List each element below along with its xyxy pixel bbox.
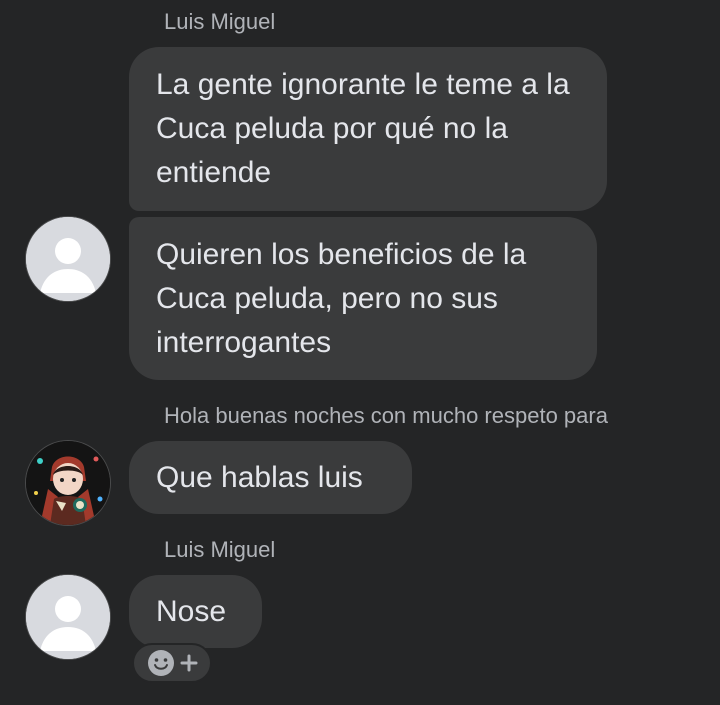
message-text: Que hablas luis	[156, 460, 363, 494]
message-text: Nose	[156, 594, 227, 628]
avatar[interactable]	[25, 216, 111, 302]
message-bubble[interactable]: Quieren los beneficios de la Cuca peluda…	[129, 217, 597, 380]
avatar[interactable]	[25, 440, 111, 526]
sender-name: Luis Miguel	[164, 537, 276, 562]
avatar[interactable]	[25, 574, 111, 660]
sender-name: Luis Miguel	[164, 9, 276, 34]
default-avatar-icon	[26, 575, 110, 659]
profile-photo	[26, 441, 110, 525]
message-bubble[interactable]: La gente ignorante le teme a la Cuca pel…	[129, 47, 607, 211]
message-text: La gente ignorante le teme a la Cuca pel…	[156, 68, 570, 189]
default-avatar-icon	[26, 217, 110, 301]
chat-thread: Luis Miguel La gente ignorante le teme a…	[0, 0, 720, 705]
smiley-icon	[148, 650, 174, 676]
plus-icon	[180, 654, 198, 672]
message-bubble[interactable]: Que hablas luis	[129, 441, 412, 514]
message-bubble[interactable]: Nose	[129, 575, 262, 648]
add-reaction-button[interactable]	[132, 643, 212, 683]
sender-name: Hola buenas noches con mucho respeto par…	[164, 403, 608, 428]
message-text: Quieren los beneficios de la Cuca peluda…	[156, 237, 527, 359]
